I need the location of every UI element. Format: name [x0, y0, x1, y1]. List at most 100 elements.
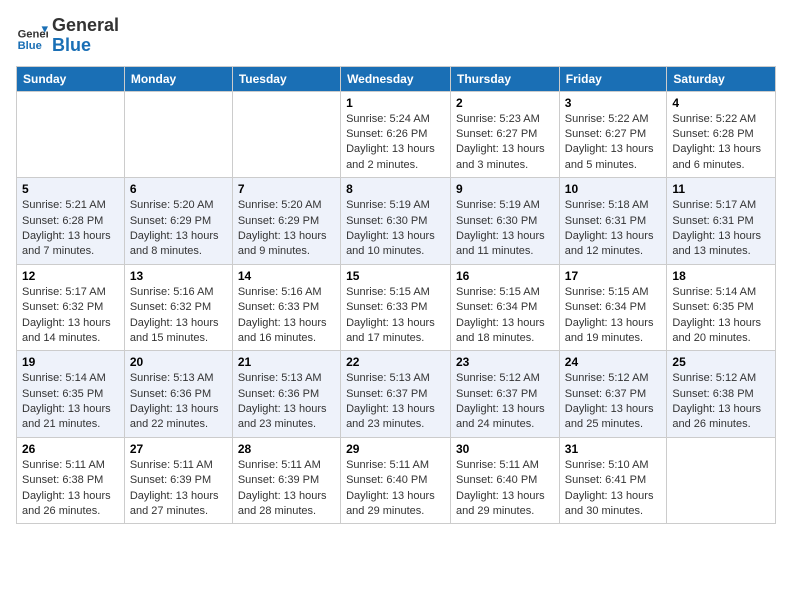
- day-number: 22: [346, 355, 445, 369]
- calendar-cell: 31 Sunrise: 5:10 AMSunset: 6:41 PMDayligh…: [559, 437, 667, 524]
- day-info: Sunrise: 5:18 AMSunset: 6:31 PMDaylight:…: [565, 198, 662, 260]
- day-number: 21: [238, 355, 335, 369]
- day-info: Sunrise: 5:13 AMSunset: 6:37 PMDaylight:…: [346, 371, 445, 433]
- day-header-friday: Friday: [559, 66, 667, 91]
- calendar-cell: 8 Sunrise: 5:19 AMSunset: 6:30 PMDaylight…: [341, 178, 451, 265]
- calendar-cell: 16Sunrise: 5:15 AMSunset: 6:34 PMDayligh…: [451, 264, 560, 351]
- day-info: Sunrise: 5:16 AMSunset: 6:32 PMDaylight:…: [130, 285, 227, 347]
- page-header: General Blue GeneralBlue: [16, 16, 776, 56]
- day-info: Sunrise: 5:12 AMSunset: 6:37 PMDaylight:…: [456, 371, 554, 433]
- day-info: Sunrise: 5:15 AMSunset: 6:34 PMDaylight:…: [565, 285, 662, 347]
- calendar-cell: 28 Sunrise: 5:11 AMSunset: 6:39 PMDayligh…: [232, 437, 340, 524]
- day-number: 17: [565, 269, 662, 283]
- calendar-cell: 14Sunrise: 5:16 AMSunset: 6:33 PMDayligh…: [232, 264, 340, 351]
- day-info: Sunrise: 5:12 AMSunset: 6:38 PMDaylight:…: [672, 371, 770, 433]
- calendar-cell: 22 Sunrise: 5:13 AMSunset: 6:37 PMDayligh…: [341, 351, 451, 438]
- day-info: Sunrise: 5:22 AMSunset: 6:28 PMDaylight:…: [672, 112, 770, 174]
- calendar-cell: 10 Sunrise: 5:18 AMSunset: 6:31 PMDayligh…: [559, 178, 667, 265]
- day-number: 24: [565, 355, 662, 369]
- day-info: Sunrise: 5:15 AMSunset: 6:33 PMDaylight:…: [346, 285, 445, 347]
- calendar-cell: [667, 437, 776, 524]
- day-info: Sunrise: 5:15 AMSunset: 6:34 PMDaylight:…: [456, 285, 554, 347]
- day-number: 18: [672, 269, 770, 283]
- day-number: 25: [672, 355, 770, 369]
- calendar-cell: 1 Sunrise: 5:24 AMSunset: 6:26 PMDaylight…: [341, 91, 451, 178]
- calendar-cell: 30 Sunrise: 5:11 AMSunset: 6:40 PMDayligh…: [451, 437, 560, 524]
- day-info: Sunrise: 5:17 AMSunset: 6:32 PMDaylight:…: [22, 285, 119, 347]
- day-info: Sunrise: 5:17 AMSunset: 6:31 PMDaylight:…: [672, 198, 770, 260]
- day-number: 29: [346, 442, 445, 456]
- calendar-cell: 4 Sunrise: 5:22 AMSunset: 6:28 PMDaylight…: [667, 91, 776, 178]
- day-info: Sunrise: 5:10 AMSunset: 6:41 PMDaylight:…: [565, 458, 662, 520]
- calendar-cell: [232, 91, 340, 178]
- calendar-cell: 19 Sunrise: 5:14 AMSunset: 6:35 PMDayligh…: [17, 351, 125, 438]
- calendar-cell: 18Sunrise: 5:14 AMSunset: 6:35 PMDayligh…: [667, 264, 776, 351]
- day-number: 15: [346, 269, 445, 283]
- logo-text: GeneralBlue: [52, 16, 119, 56]
- calendar-cell: 20 Sunrise: 5:13 AMSunset: 6:36 PMDayligh…: [124, 351, 232, 438]
- day-info: Sunrise: 5:11 AMSunset: 6:40 PMDaylight:…: [346, 458, 445, 520]
- day-number: 26: [22, 442, 119, 456]
- calendar-cell: 2Sunrise: 5:23 AMSunset: 6:27 PMDaylight…: [451, 91, 560, 178]
- day-info: Sunrise: 5:20 AMSunset: 6:29 PMDaylight:…: [238, 198, 335, 260]
- day-number: 7: [238, 182, 335, 196]
- day-info: Sunrise: 5:13 AMSunset: 6:36 PMDaylight:…: [238, 371, 335, 433]
- day-info: Sunrise: 5:21 AMSunset: 6:28 PMDaylight:…: [22, 198, 119, 260]
- day-info: Sunrise: 5:13 AMSunset: 6:36 PMDaylight:…: [130, 371, 227, 433]
- day-number: 20: [130, 355, 227, 369]
- calendar-cell: 6Sunrise: 5:20 AMSunset: 6:29 PMDaylight…: [124, 178, 232, 265]
- calendar-cell: 5 Sunrise: 5:21 AMSunset: 6:28 PMDaylight…: [17, 178, 125, 265]
- day-number: 28: [238, 442, 335, 456]
- day-number: 30: [456, 442, 554, 456]
- day-info: Sunrise: 5:23 AMSunset: 6:27 PMDaylight:…: [456, 112, 554, 174]
- day-number: 1: [346, 96, 445, 110]
- calendar-cell: [17, 91, 125, 178]
- calendar-cell: 7 Sunrise: 5:20 AMSunset: 6:29 PMDaylight…: [232, 178, 340, 265]
- day-number: 13: [130, 269, 227, 283]
- day-header-thursday: Thursday: [451, 66, 560, 91]
- day-header-monday: Monday: [124, 66, 232, 91]
- day-header-sunday: Sunday: [17, 66, 125, 91]
- day-number: 12: [22, 269, 119, 283]
- calendar-cell: 25 Sunrise: 5:12 AMSunset: 6:38 PMDayligh…: [667, 351, 776, 438]
- svg-text:Blue: Blue: [18, 40, 42, 52]
- day-number: 3: [565, 96, 662, 110]
- day-number: 23: [456, 355, 554, 369]
- calendar-cell: 15 Sunrise: 5:15 AMSunset: 6:33 PMDayligh…: [341, 264, 451, 351]
- calendar-cell: 29 Sunrise: 5:11 AMSunset: 6:40 PMDayligh…: [341, 437, 451, 524]
- calendar-cell: 27 Sunrise: 5:11 AMSunset: 6:39 PMDayligh…: [124, 437, 232, 524]
- calendar-cell: 9 Sunrise: 5:19 AMSunset: 6:30 PMDaylight…: [451, 178, 560, 265]
- calendar-cell: 12 Sunrise: 5:17 AMSunset: 6:32 PMDayligh…: [17, 264, 125, 351]
- day-number: 11: [672, 182, 770, 196]
- calendar-cell: 13 Sunrise: 5:16 AMSunset: 6:32 PMDayligh…: [124, 264, 232, 351]
- day-number: 9: [456, 182, 554, 196]
- day-info: Sunrise: 5:11 AMSunset: 6:40 PMDaylight:…: [456, 458, 554, 520]
- day-info: Sunrise: 5:24 AMSunset: 6:26 PMDaylight:…: [346, 112, 445, 174]
- day-number: 19: [22, 355, 119, 369]
- calendar-cell: 17 Sunrise: 5:15 AMSunset: 6:34 PMDayligh…: [559, 264, 667, 351]
- day-header-saturday: Saturday: [667, 66, 776, 91]
- logo-icon: General Blue: [16, 20, 48, 52]
- day-number: 5: [22, 182, 119, 196]
- svg-text:General: General: [18, 28, 48, 40]
- day-info: Sunrise: 5:14 AMSunset: 6:35 PMDaylight:…: [22, 371, 119, 433]
- day-info: Sunrise: 5:19 AMSunset: 6:30 PMDaylight:…: [456, 198, 554, 260]
- day-number: 31: [565, 442, 662, 456]
- day-info: Sunrise: 5:11 AMSunset: 6:38 PMDaylight:…: [22, 458, 119, 520]
- calendar-cell: 26 Sunrise: 5:11 AMSunset: 6:38 PMDayligh…: [17, 437, 125, 524]
- calendar-cell: 21 Sunrise: 5:13 AMSunset: 6:36 PMDayligh…: [232, 351, 340, 438]
- day-info: Sunrise: 5:19 AMSunset: 6:30 PMDaylight:…: [346, 198, 445, 260]
- day-number: 10: [565, 182, 662, 196]
- day-info: Sunrise: 5:22 AMSunset: 6:27 PMDaylight:…: [565, 112, 662, 174]
- day-number: 8: [346, 182, 445, 196]
- day-number: 27: [130, 442, 227, 456]
- day-info: Sunrise: 5:11 AMSunset: 6:39 PMDaylight:…: [130, 458, 227, 520]
- calendar-cell: [124, 91, 232, 178]
- calendar-cell: 24Sunrise: 5:12 AMSunset: 6:37 PMDayligh…: [559, 351, 667, 438]
- day-info: Sunrise: 5:20 AMSunset: 6:29 PMDaylight:…: [130, 198, 227, 260]
- day-info: Sunrise: 5:11 AMSunset: 6:39 PMDaylight:…: [238, 458, 335, 520]
- day-number: 4: [672, 96, 770, 110]
- calendar-table: SundayMondayTuesdayWednesdayThursdayFrid…: [16, 66, 776, 525]
- calendar-cell: 11 Sunrise: 5:17 AMSunset: 6:31 PMDayligh…: [667, 178, 776, 265]
- day-info: Sunrise: 5:16 AMSunset: 6:33 PMDaylight:…: [238, 285, 335, 347]
